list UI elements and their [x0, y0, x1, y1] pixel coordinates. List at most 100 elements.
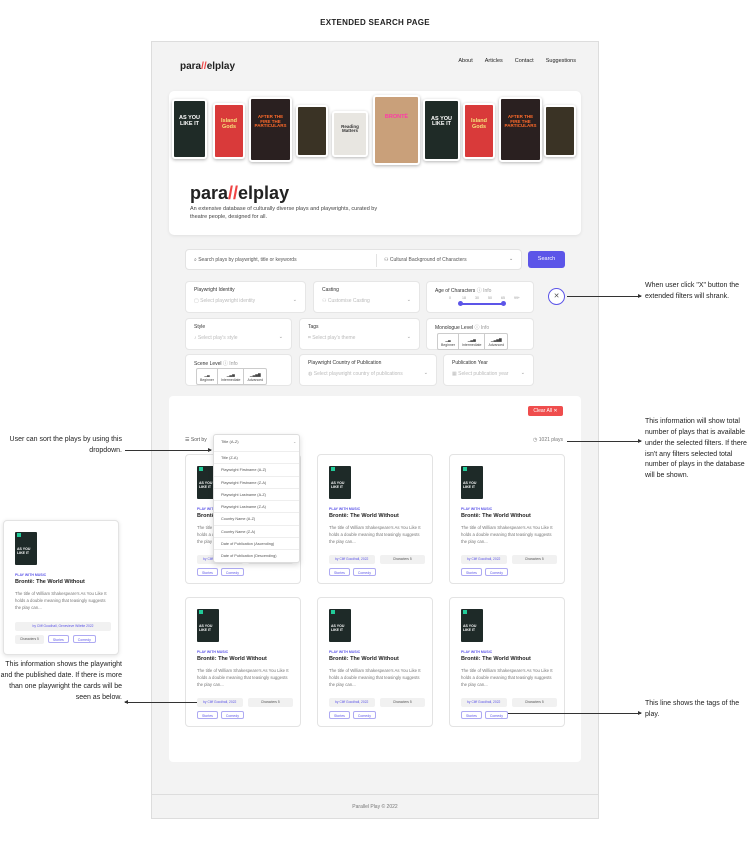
- card-author[interactable]: by Cliff Goodhall, 2022: [197, 698, 243, 707]
- playwright-identity-select[interactable]: ▢ Select playwright identity: [194, 298, 255, 304]
- sort-option[interactable]: Playwright Firstname (Z-A): [214, 475, 299, 488]
- poster-image: AS YOU LIKE IT: [423, 99, 460, 161]
- card-tag[interactable]: Comedy: [352, 568, 376, 576]
- sort-option[interactable]: Date of Publication (Ascending): [214, 537, 299, 549]
- age-max-handle[interactable]: [501, 301, 506, 306]
- card-tag[interactable]: Stories: [197, 711, 218, 719]
- country-filter[interactable]: Playwright Country of Publication ◍ Sele…: [299, 354, 437, 386]
- monologue-beginner-option[interactable]: ▁▃ Beginner: [438, 334, 460, 350]
- sort-option[interactable]: Country Name (A-Z): [214, 512, 299, 524]
- chevron-down-icon: ⌄: [423, 370, 428, 376]
- card-characters: Characters 5: [511, 555, 557, 564]
- sort-option[interactable]: Playwright Lastname (A-Z): [214, 487, 299, 500]
- sort-selected[interactable]: Title (A-Z) ⌄: [221, 439, 296, 444]
- card-characters: Characters 5: [379, 698, 425, 707]
- age-tick-label: 65: [501, 296, 505, 300]
- sort-option[interactable]: Playwright Firstname (A-Z): [214, 463, 299, 475]
- note-sort: User can sort the plays by using this dr…: [9, 436, 122, 454]
- country-select[interactable]: ◍ Select playwright country of publicati…: [308, 371, 403, 377]
- nav-link-articles[interactable]: Articles: [485, 58, 503, 64]
- poster-image: [296, 105, 328, 157]
- play-card[interactable]: AS YOU LIKE IT PLAY WITH MUSIC Brontë: T…: [185, 597, 301, 727]
- nav-logo[interactable]: para//elplay: [180, 61, 235, 72]
- sort-dropdown[interactable]: Title (A-Z) ⌄ Title (Z-A) Playwright Firs…: [213, 434, 300, 563]
- style-filter[interactable]: Style ♪ Select play's style ⌄: [185, 318, 292, 350]
- play-card[interactable]: AS YOU LIKE IT PLAY WITH MUSIC Brontë: T…: [449, 454, 565, 584]
- info-icon[interactable]: ⓘ Info: [223, 361, 238, 367]
- sort-option[interactable]: Country Name (Z-A): [214, 524, 299, 537]
- card-author[interactable]: by Cliff Goodhall, Genevieve Wilette 202…: [15, 622, 111, 631]
- publication-year-select[interactable]: ▦ Select publication year: [452, 371, 508, 377]
- info-icon[interactable]: ⓘ Info: [474, 325, 489, 331]
- play-card[interactable]: AS YOU LIKE IT PLAY WITH MUSIC Brontë: T…: [317, 597, 433, 727]
- card-title: Brontë: The World Without: [329, 513, 399, 519]
- card-tag[interactable]: Comedy: [220, 711, 244, 719]
- top-nav: para//elplay About Articles Contact Sugg…: [180, 56, 576, 72]
- card-category: PLAY WITH MUSIC: [461, 650, 493, 654]
- card-poster: AS YOU LIKE IT: [329, 466, 351, 499]
- playwright-identity-filter[interactable]: Playwright Identity ▢ Select playwright …: [185, 281, 306, 313]
- arrow-author: [124, 700, 197, 704]
- card-tag[interactable]: Stories: [461, 568, 482, 576]
- arrow-tags: [508, 711, 642, 715]
- card-tag[interactable]: Stories: [461, 711, 482, 719]
- search-bar: ⌕ Search plays by playwright, title or k…: [185, 249, 522, 270]
- card-description: The title of William Shakespeare's As Yo…: [329, 668, 421, 688]
- play-card[interactable]: AS YOU LIKE IT PLAY WITH MUSIC Brontë: T…: [449, 597, 565, 727]
- chevron-down-icon: ⌄: [406, 297, 411, 303]
- card-title: Brontë: The World Without: [15, 579, 85, 585]
- scene-advanced-option[interactable]: ▁▃▅▇ Advanced: [244, 369, 266, 384]
- card-poster: AS YOU LIKE IT: [197, 609, 219, 642]
- arrow-sort: [125, 448, 212, 452]
- sort-by-label[interactable]: ☰ Sort by: [185, 437, 207, 443]
- card-tag[interactable]: Stories: [329, 568, 350, 576]
- clear-all-button[interactable]: Clear All ✕: [528, 406, 563, 416]
- card-tag[interactable]: Comedy: [352, 711, 376, 719]
- tags-select[interactable]: ⌗ Select play's theme: [308, 335, 355, 341]
- card-poster: AS YOU LIKE IT: [15, 532, 37, 565]
- card-characters: Characters 5: [379, 555, 425, 564]
- age-min-handle[interactable]: [458, 301, 463, 306]
- publication-year-filter[interactable]: Publication Year ▦ Select publication ye…: [443, 354, 534, 386]
- card-tag[interactable]: Stories: [197, 568, 218, 576]
- card-tag[interactable]: Comedy: [484, 568, 508, 576]
- close-filters-button[interactable]: ✕: [548, 288, 565, 305]
- sort-option[interactable]: Date of Publication (Descending): [214, 549, 299, 561]
- nav-link-suggestions[interactable]: Suggestions: [546, 58, 576, 64]
- card-tag[interactable]: Comedy: [72, 635, 96, 643]
- card-tag[interactable]: Stories: [47, 635, 69, 643]
- style-select[interactable]: ♪ Select play's style: [194, 335, 237, 341]
- monologue-intermediate-option[interactable]: ▁▃▅ Intermediate: [459, 334, 486, 350]
- card-tag[interactable]: Stories: [329, 711, 350, 719]
- nav-link-contact[interactable]: Contact: [515, 58, 534, 64]
- card-description: The title of William Shakespeare's As Yo…: [329, 525, 421, 545]
- card-characters: Characters 5: [511, 698, 557, 707]
- card-author[interactable]: by Cliff Goodhall, 2022: [461, 698, 507, 707]
- card-characters: Characters 5: [247, 698, 293, 707]
- scene-beginner-option[interactable]: ▁▃ Beginner: [197, 369, 219, 385]
- casting-select[interactable]: ⚇ Customise Casting: [322, 298, 370, 304]
- nav-link-about[interactable]: About: [458, 58, 472, 64]
- chevron-down-icon: ⌄: [520, 370, 525, 376]
- search-input[interactable]: ⌕ Search plays by playwright, title or k…: [194, 257, 297, 263]
- card-tag[interactable]: Comedy: [220, 568, 244, 576]
- search-button[interactable]: Search: [528, 251, 565, 268]
- example-card[interactable]: AS YOU LIKE IT PLAY WITH MUSIC Brontë: T…: [3, 520, 119, 655]
- tags-filter[interactable]: Tags ⌗ Select play's theme ⌄: [299, 318, 420, 350]
- note-author: This information shows the playwright an…: [0, 661, 122, 701]
- play-card[interactable]: AS YOU LIKE IT PLAY WITH MUSIC Brontë: T…: [317, 454, 433, 584]
- scene-intermediate-option[interactable]: ▁▃▅ Intermediate: [218, 369, 245, 385]
- sort-option[interactable]: Playwright Lastname (Z-A): [214, 500, 299, 512]
- casting-filter[interactable]: Casting ⚇ Customise Casting ⌄: [313, 281, 420, 313]
- card-poster: AS YOU LIKE IT: [461, 466, 483, 499]
- hero-description: An extensive database of culturally dive…: [190, 206, 378, 220]
- card-category: PLAY WITH MUSIC: [329, 650, 361, 654]
- card-tag[interactable]: Comedy: [484, 711, 508, 719]
- info-icon[interactable]: ⓘ Info: [477, 288, 492, 294]
- monologue-advanced-option[interactable]: ▁▃▅▇ Advanced: [485, 334, 507, 349]
- card-author[interactable]: by Cliff Goodhall, 2022: [329, 698, 375, 707]
- card-author[interactable]: by Cliff Goodhall, 2022: [461, 555, 507, 564]
- cultural-background-select[interactable]: ⚇ Cultural Background of Characters: [384, 257, 467, 263]
- sort-option[interactable]: Title (Z-A): [214, 451, 299, 463]
- card-author[interactable]: by Cliff Goodhall, 2022: [329, 555, 375, 564]
